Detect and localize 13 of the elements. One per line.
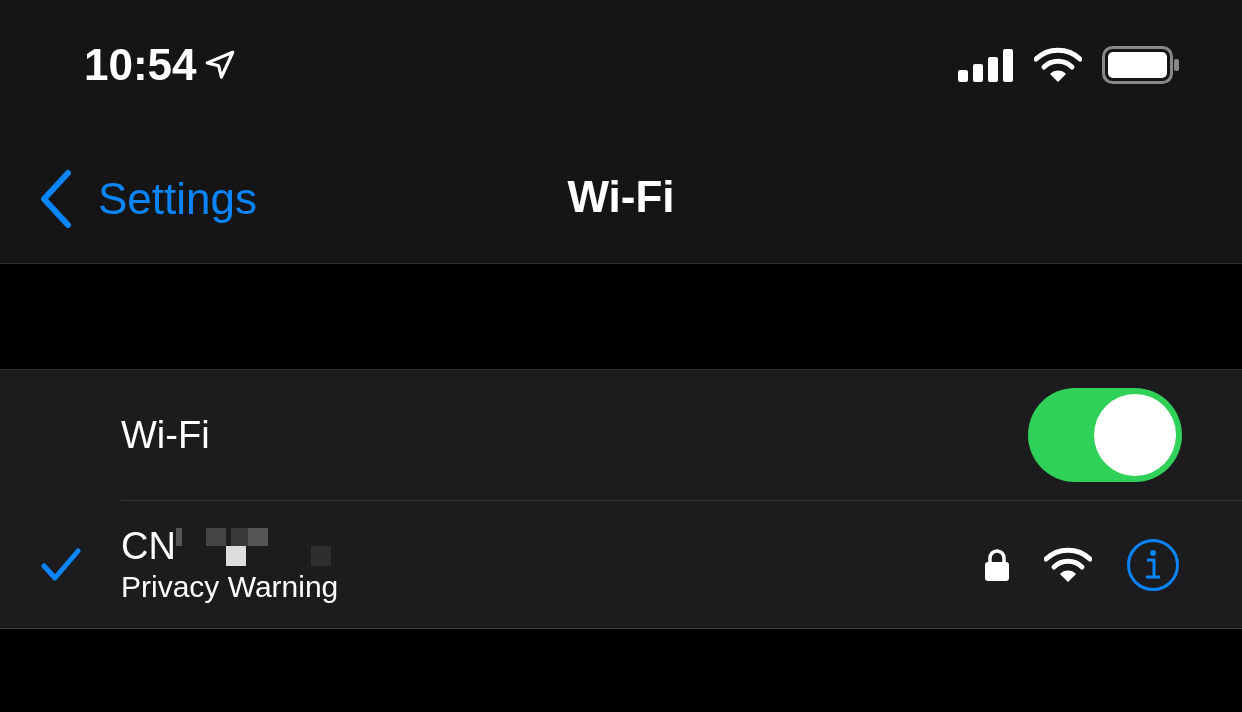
page-title: Wi-Fi <box>567 170 675 223</box>
row-label: Wi-Fi <box>121 412 210 458</box>
wifi-icon <box>1044 546 1092 583</box>
network-subtitle: Privacy Warning <box>121 568 340 605</box>
network-name: CN <box>121 523 176 568</box>
info-icon[interactable] <box>1126 537 1180 592</box>
battery-icon <box>1102 46 1180 84</box>
wifi-icon <box>1034 47 1082 83</box>
back-button[interactable]: Settings <box>38 166 257 232</box>
chevron-left-icon <box>38 169 72 229</box>
network-row[interactable]: CN Privacy Warning <box>0 501 1242 628</box>
cellular-signal-icon <box>958 48 1014 82</box>
status-time: 10:54 <box>84 39 197 91</box>
